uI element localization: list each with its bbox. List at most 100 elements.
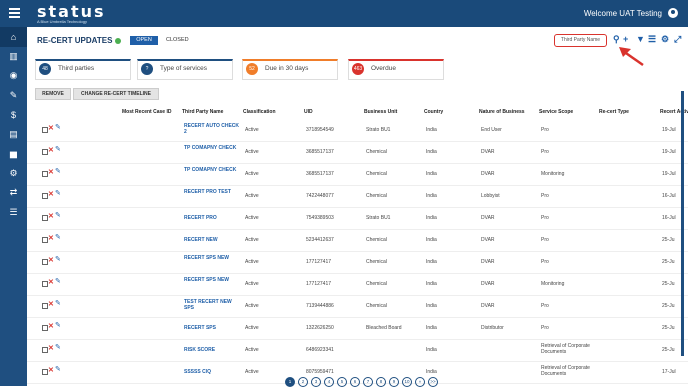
card-due-30-days[interactable]: 52 Due in 30 days — [242, 59, 338, 80]
nature-of-business-cell: DVAR — [481, 303, 495, 309]
delete-icon[interactable]: ✕ — [48, 366, 54, 375]
col-recert-type[interactable]: Re-cert Type — [599, 107, 629, 118]
service-scope-cell: Pro — [541, 127, 549, 133]
table-row[interactable]: ✕ ✎ RECERT SPS NEW Active 177127417 Chemical I… — [27, 251, 688, 274]
third-party-link[interactable]: RECERT NEW — [184, 237, 239, 243]
col-country[interactable]: Country — [424, 107, 443, 118]
edit-icon[interactable]: ✎ — [55, 211, 61, 220]
edit-document-icon[interactable]: ✎ — [0, 86, 27, 106]
table-row[interactable]: ✕ ✎ TP COMAPNY CHECK Active 3685517137 Chemic… — [27, 163, 688, 186]
document-icon[interactable]: ▤ — [0, 125, 27, 145]
closed-toggle[interactable]: CLOSED — [166, 36, 189, 45]
remove-button[interactable]: REMOVE — [35, 88, 71, 100]
delete-icon[interactable]: ✕ — [48, 234, 54, 243]
classification-cell: Active — [245, 215, 259, 221]
table-row[interactable]: ✕ ✎ RECERT PRO Active 7549389503 Strato BU1 In… — [27, 207, 688, 230]
col-nature-of-business[interactable]: Nature of Business — [479, 107, 525, 118]
nature-of-business-cell: DVAR — [481, 259, 495, 265]
recert-date-cell: 25-Ju — [662, 259, 675, 265]
recert-date-cell: 25-Ju — [662, 237, 675, 243]
card-third-parties[interactable]: 48 Third parties — [35, 59, 131, 80]
edit-icon[interactable]: ✎ — [55, 255, 61, 264]
page-title: RE-CERT UPDATES — [37, 36, 122, 45]
card-overdue[interactable]: 463 Overdue — [348, 59, 444, 80]
settings-icon[interactable]: ⚙ — [661, 34, 669, 45]
table-row[interactable]: ✕ ✎ TP COMAPNY CHECK Active 3685517137 Chemic… — [27, 141, 688, 164]
filter-icon[interactable]: ▼ — [636, 34, 645, 44]
search-icon[interactable]: ⚲ — [613, 34, 620, 45]
delete-icon[interactable]: ✕ — [48, 278, 54, 287]
table-row[interactable]: ✕ ✎ RECERT AUTO CHECK 2 Active 3718954549 Str… — [27, 119, 688, 142]
expand-icon[interactable]: ⤢ — [674, 34, 681, 45]
third-party-link[interactable]: RECERT PRO — [184, 215, 239, 221]
card-count-badge: 52 — [246, 63, 258, 75]
edit-icon[interactable]: ✎ — [55, 233, 61, 242]
third-party-search-input[interactable]: Third Party Name — [554, 34, 607, 47]
col-classification[interactable]: Classification — [243, 107, 276, 118]
gear-icon[interactable]: ⚙ — [0, 164, 27, 184]
building-icon[interactable]: ▥ — [0, 47, 27, 67]
col-third-party-name[interactable]: Third Party Name — [182, 107, 223, 118]
third-party-link[interactable]: RECERT SPS NEW — [184, 255, 239, 261]
edit-icon[interactable]: ✎ — [55, 365, 61, 374]
edit-icon[interactable]: ✎ — [55, 277, 61, 286]
list-icon[interactable]: ☰ — [0, 203, 27, 223]
delete-icon[interactable]: ✕ — [48, 300, 54, 309]
main-content: RE-CERT UPDATES OPEN CLOSED Third Party … — [27, 27, 688, 387]
delete-icon[interactable]: ✕ — [48, 146, 54, 155]
third-party-link[interactable]: RECERT PRO TEST — [184, 189, 239, 195]
delete-icon[interactable]: ✕ — [48, 190, 54, 199]
logo-subtitle: A Blue Umbrella Technology — [37, 19, 87, 24]
third-party-link[interactable]: RECERT SPS — [184, 325, 239, 331]
card-type-of-services[interactable]: ? Type of services — [137, 59, 233, 80]
third-party-link[interactable]: RECERT SPS NEW — [184, 277, 239, 283]
business-unit-cell: Bleached Board — [366, 325, 402, 331]
chart-icon[interactable]: ▅ — [0, 144, 27, 164]
third-party-link[interactable]: RECERT AUTO CHECK 2 — [184, 123, 239, 135]
third-party-link[interactable]: TP COMAPNY CHECK — [184, 145, 239, 151]
delete-icon[interactable]: ✕ — [48, 124, 54, 133]
col-case-id[interactable]: Most Recent Case ID — [122, 107, 171, 118]
delete-icon[interactable]: ✕ — [48, 256, 54, 265]
classification-cell: Active — [245, 325, 259, 331]
third-party-link[interactable]: TEST RECERT NEW SPS — [184, 299, 239, 311]
table-row[interactable]: ✕ ✎ RECERT SPS NEW Active 177127417 Chemical I… — [27, 273, 688, 296]
add-icon[interactable]: + — [623, 34, 628, 44]
edit-icon[interactable]: ✎ — [55, 321, 61, 330]
country-cell: India — [426, 215, 437, 221]
third-party-link[interactable]: RISK SCORE — [184, 347, 239, 353]
country-cell: India — [426, 127, 437, 133]
delete-icon[interactable]: ✕ — [48, 322, 54, 331]
edit-icon[interactable]: ✎ — [55, 189, 61, 198]
uid-cell: 177127417 — [306, 259, 332, 265]
table-row[interactable]: ✕ ✎ RECERT SPS Active 1322626250 Bleached Boa… — [27, 317, 688, 340]
delete-icon[interactable]: ✕ — [48, 344, 54, 353]
delete-icon[interactable]: ✕ — [48, 212, 54, 221]
col-business-unit[interactable]: Business Unit — [364, 107, 397, 118]
delete-icon[interactable]: ✕ — [48, 168, 54, 177]
edit-icon[interactable]: ✎ — [55, 167, 61, 176]
hamburger-menu-icon[interactable] — [9, 8, 20, 19]
service-scope-cell: Retrieval of Corporate Documents — [541, 343, 590, 355]
edit-icon[interactable]: ✎ — [55, 343, 61, 352]
transfer-icon[interactable]: ⇄ — [0, 183, 27, 203]
edit-icon[interactable]: ✎ — [55, 145, 61, 154]
third-party-link[interactable]: TP COMAPNY CHECK — [184, 167, 239, 173]
col-service-scope[interactable]: Service Scope — [539, 107, 573, 118]
columns-icon[interactable]: ☰ — [648, 34, 656, 45]
table-row[interactable]: ✕ ✎ TEST RECERT NEW SPS Active 7139444886 Che… — [27, 295, 688, 318]
eye-icon[interactable]: ◉ — [0, 66, 27, 86]
table-row[interactable]: ✕ ✎ RECERT PRO TEST Active 7422448077 Chemica… — [27, 185, 688, 208]
home-icon[interactable]: ⌂ — [0, 27, 27, 47]
edit-icon[interactable]: ✎ — [55, 299, 61, 308]
table-row[interactable]: ✕ ✎ RISK SCORE Active 6486923341 India Retriev… — [27, 339, 688, 362]
edit-icon[interactable]: ✎ — [55, 123, 61, 132]
user-avatar-icon[interactable] — [668, 8, 678, 18]
third-party-link[interactable]: SSSSS CIQ — [184, 369, 239, 375]
open-toggle[interactable]: OPEN — [130, 36, 158, 45]
col-uid[interactable]: UID — [304, 107, 313, 118]
dollar-icon[interactable]: $ — [0, 105, 27, 125]
table-row[interactable]: ✕ ✎ RECERT NEW Active 5234412637 Chemical Indi… — [27, 229, 688, 252]
scrollbar[interactable] — [681, 91, 684, 356]
change-recert-timeline-button[interactable]: CHANGE RE-CERT TIMELINE — [73, 88, 159, 100]
